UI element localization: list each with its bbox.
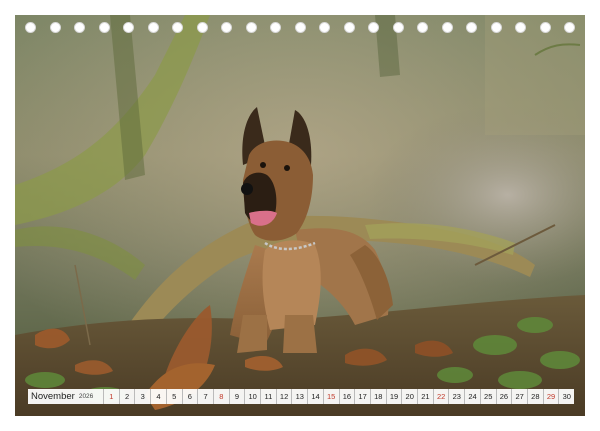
day-cell: 23 xyxy=(449,389,466,404)
day-cell: 15 xyxy=(324,389,340,404)
day-cell: 10 xyxy=(245,389,262,404)
day-cell: 27 xyxy=(512,389,528,404)
day-cell: 19 xyxy=(387,389,403,404)
binding-hole xyxy=(539,22,551,33)
day-cell: 24 xyxy=(465,389,481,404)
month-label-cell: November 2026 xyxy=(28,389,104,404)
day-cell: 5 xyxy=(167,389,183,404)
day-cell: 17 xyxy=(355,389,371,404)
binding-hole xyxy=(564,22,575,33)
binding-hole xyxy=(343,22,355,33)
day-cell: 30 xyxy=(562,392,571,401)
month-name: November xyxy=(31,391,75,402)
day-cell: 22 xyxy=(434,389,450,404)
day-cell: 4 xyxy=(151,389,167,404)
binding-hole xyxy=(147,22,159,33)
day-cell: 29 xyxy=(544,389,560,404)
binding-hole xyxy=(270,22,281,33)
binding-hole xyxy=(172,22,183,33)
binding-hole xyxy=(294,22,306,33)
binding-hole xyxy=(368,22,379,33)
day-cell: 20 xyxy=(402,389,419,404)
day-cell: 11 xyxy=(261,389,277,404)
day-cell: 28 xyxy=(528,389,544,404)
day-cell: 9 xyxy=(230,389,246,404)
day-cell: 6 xyxy=(183,389,199,404)
month-strip: November 2026 1 2 3 4 5 6 7 8 9 10 11 12 13 14 15 16 17 1… xyxy=(28,389,574,404)
binding-hole xyxy=(245,22,257,33)
day-cell: 14 xyxy=(308,389,324,404)
binding-hole xyxy=(441,22,453,33)
binding-hole xyxy=(221,22,232,33)
binding-hole xyxy=(417,22,428,33)
day-cell: 18 xyxy=(371,389,387,404)
day-cell: 8 xyxy=(214,389,230,404)
binding-hole xyxy=(74,22,85,33)
binding-hole xyxy=(319,22,330,33)
binding-hole xyxy=(123,22,134,33)
binding-hole xyxy=(515,22,526,33)
day-cell: 26 xyxy=(497,389,513,404)
binding-hole xyxy=(25,22,36,33)
day-cell: 16 xyxy=(340,389,356,404)
day-cell: 2 xyxy=(120,389,136,404)
binding-hole xyxy=(196,22,208,33)
day-cell: 3 xyxy=(135,389,152,404)
day-cells: 1 2 3 4 5 6 7 8 9 10 11 12 13 14 15 16 17 18 19 20 21 22 23 24 2… xyxy=(104,389,574,404)
binding-hole xyxy=(490,22,502,33)
binding-hole xyxy=(49,22,61,33)
day-cell: 25 xyxy=(481,389,497,404)
binding-hole xyxy=(466,22,477,33)
day-cell: 13 xyxy=(292,389,309,404)
month-year: 2026 xyxy=(78,393,94,400)
day-cell: 7 xyxy=(198,389,214,404)
day-cell: 21 xyxy=(418,389,434,404)
dog-photo xyxy=(15,15,585,416)
day-cell: 1 xyxy=(104,389,120,404)
binding-holes xyxy=(0,22,600,40)
day-cell: 12 xyxy=(277,389,293,404)
binding-hole xyxy=(98,22,110,33)
calendar-page: November 2026 1 2 3 4 5 6 7 8 9 10 11 12 13 14 15 16 17 1… xyxy=(0,0,600,431)
binding-hole xyxy=(392,22,404,33)
